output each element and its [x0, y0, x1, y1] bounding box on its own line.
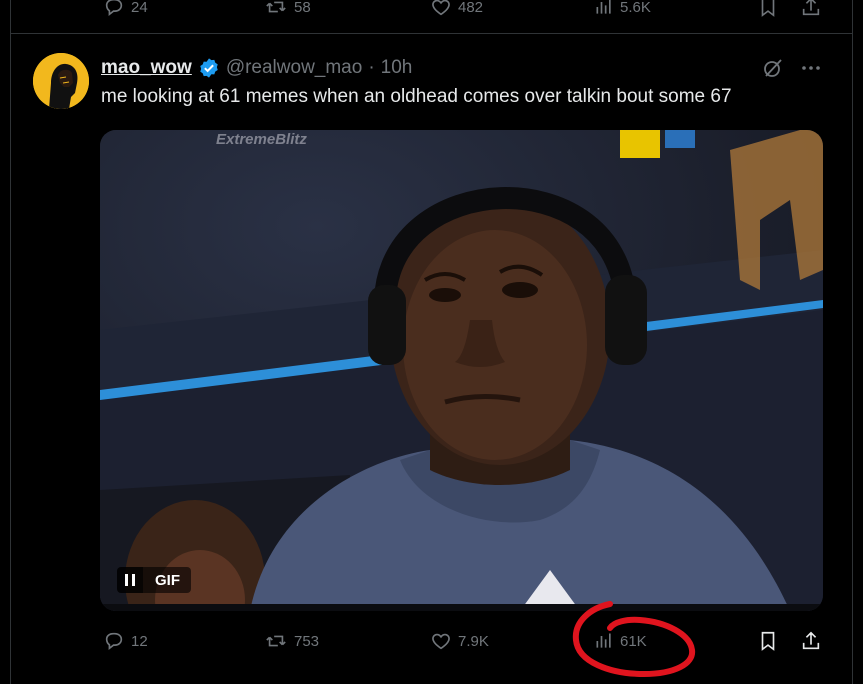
previous-tweet-actions: 24 58 482 5.6K: [0, 0, 863, 20]
reply-icon: [105, 0, 123, 17]
tweet-divider: [10, 33, 853, 34]
reply-button[interactable]: 12: [103, 630, 148, 652]
grok-button[interactable]: [761, 56, 785, 80]
prev-reply-count: 24: [131, 0, 148, 16]
reply-count: 12: [131, 632, 148, 650]
tweet-text: me looking at 61 memes when an oldhead c…: [101, 86, 732, 107]
heart-icon: [432, 633, 450, 650]
display-name[interactable]: mao_wow: [101, 57, 192, 79]
prev-repost-button[interactable]: 58: [264, 0, 311, 18]
repost-count: 753: [294, 632, 320, 650]
repost-icon: [266, 635, 286, 647]
reply-icon: [105, 632, 123, 651]
gif-label: GIF: [143, 567, 191, 593]
handle[interactable]: @realwow_mao: [226, 57, 363, 79]
like-count: 7.9K: [458, 632, 489, 650]
bookmark-icon: [761, 0, 775, 17]
gif-frame: [100, 130, 823, 611]
repost-icon: [266, 1, 286, 13]
views-icon: [596, 0, 611, 14]
timeline-border-left: [10, 0, 11, 684]
like-button[interactable]: 7.9K: [430, 630, 489, 652]
more-icon: [802, 66, 820, 70]
prev-repost-count: 58: [294, 0, 311, 16]
tweet-header: mao_wow @realwow_mao · 10h: [101, 55, 412, 81]
share-button[interactable]: [800, 630, 822, 652]
prev-views-button[interactable]: 5.6K: [594, 0, 651, 18]
timeline-border-right: [852, 0, 853, 684]
gif-badge[interactable]: GIF: [117, 567, 191, 593]
bookmark-button[interactable]: [757, 630, 779, 652]
tweet-media-gif[interactable]: [100, 130, 823, 611]
gif-watermark: ExtremeBlitz: [216, 131, 307, 148]
more-options-button[interactable]: [799, 56, 823, 80]
bookmark-icon: [761, 631, 775, 651]
prev-like-count: 482: [458, 0, 484, 16]
prev-views-count: 5.6K: [620, 0, 651, 16]
avatar[interactable]: [33, 53, 89, 109]
grok-icon: [764, 59, 782, 77]
tweet-actions: 12 753 7.9K 61K: [0, 628, 863, 658]
share-icon: [802, 0, 820, 16]
gif-pause-button[interactable]: [117, 567, 143, 593]
red-circle-annotation: [572, 601, 696, 678]
prev-share-button[interactable]: [800, 0, 822, 18]
prev-like-button[interactable]: 482: [430, 0, 483, 18]
separator: ·: [368, 57, 375, 78]
pause-icon: [125, 574, 135, 586]
prev-bookmark-button[interactable]: [757, 0, 779, 18]
heart-icon: [432, 0, 450, 16]
repost-button[interactable]: 753: [264, 630, 319, 652]
avatar-image: [33, 53, 89, 109]
share-icon: [802, 631, 820, 650]
timestamp[interactable]: 10h: [381, 57, 413, 79]
prev-reply-button[interactable]: 24: [103, 0, 148, 18]
verified-badge-icon[interactable]: [198, 57, 220, 79]
